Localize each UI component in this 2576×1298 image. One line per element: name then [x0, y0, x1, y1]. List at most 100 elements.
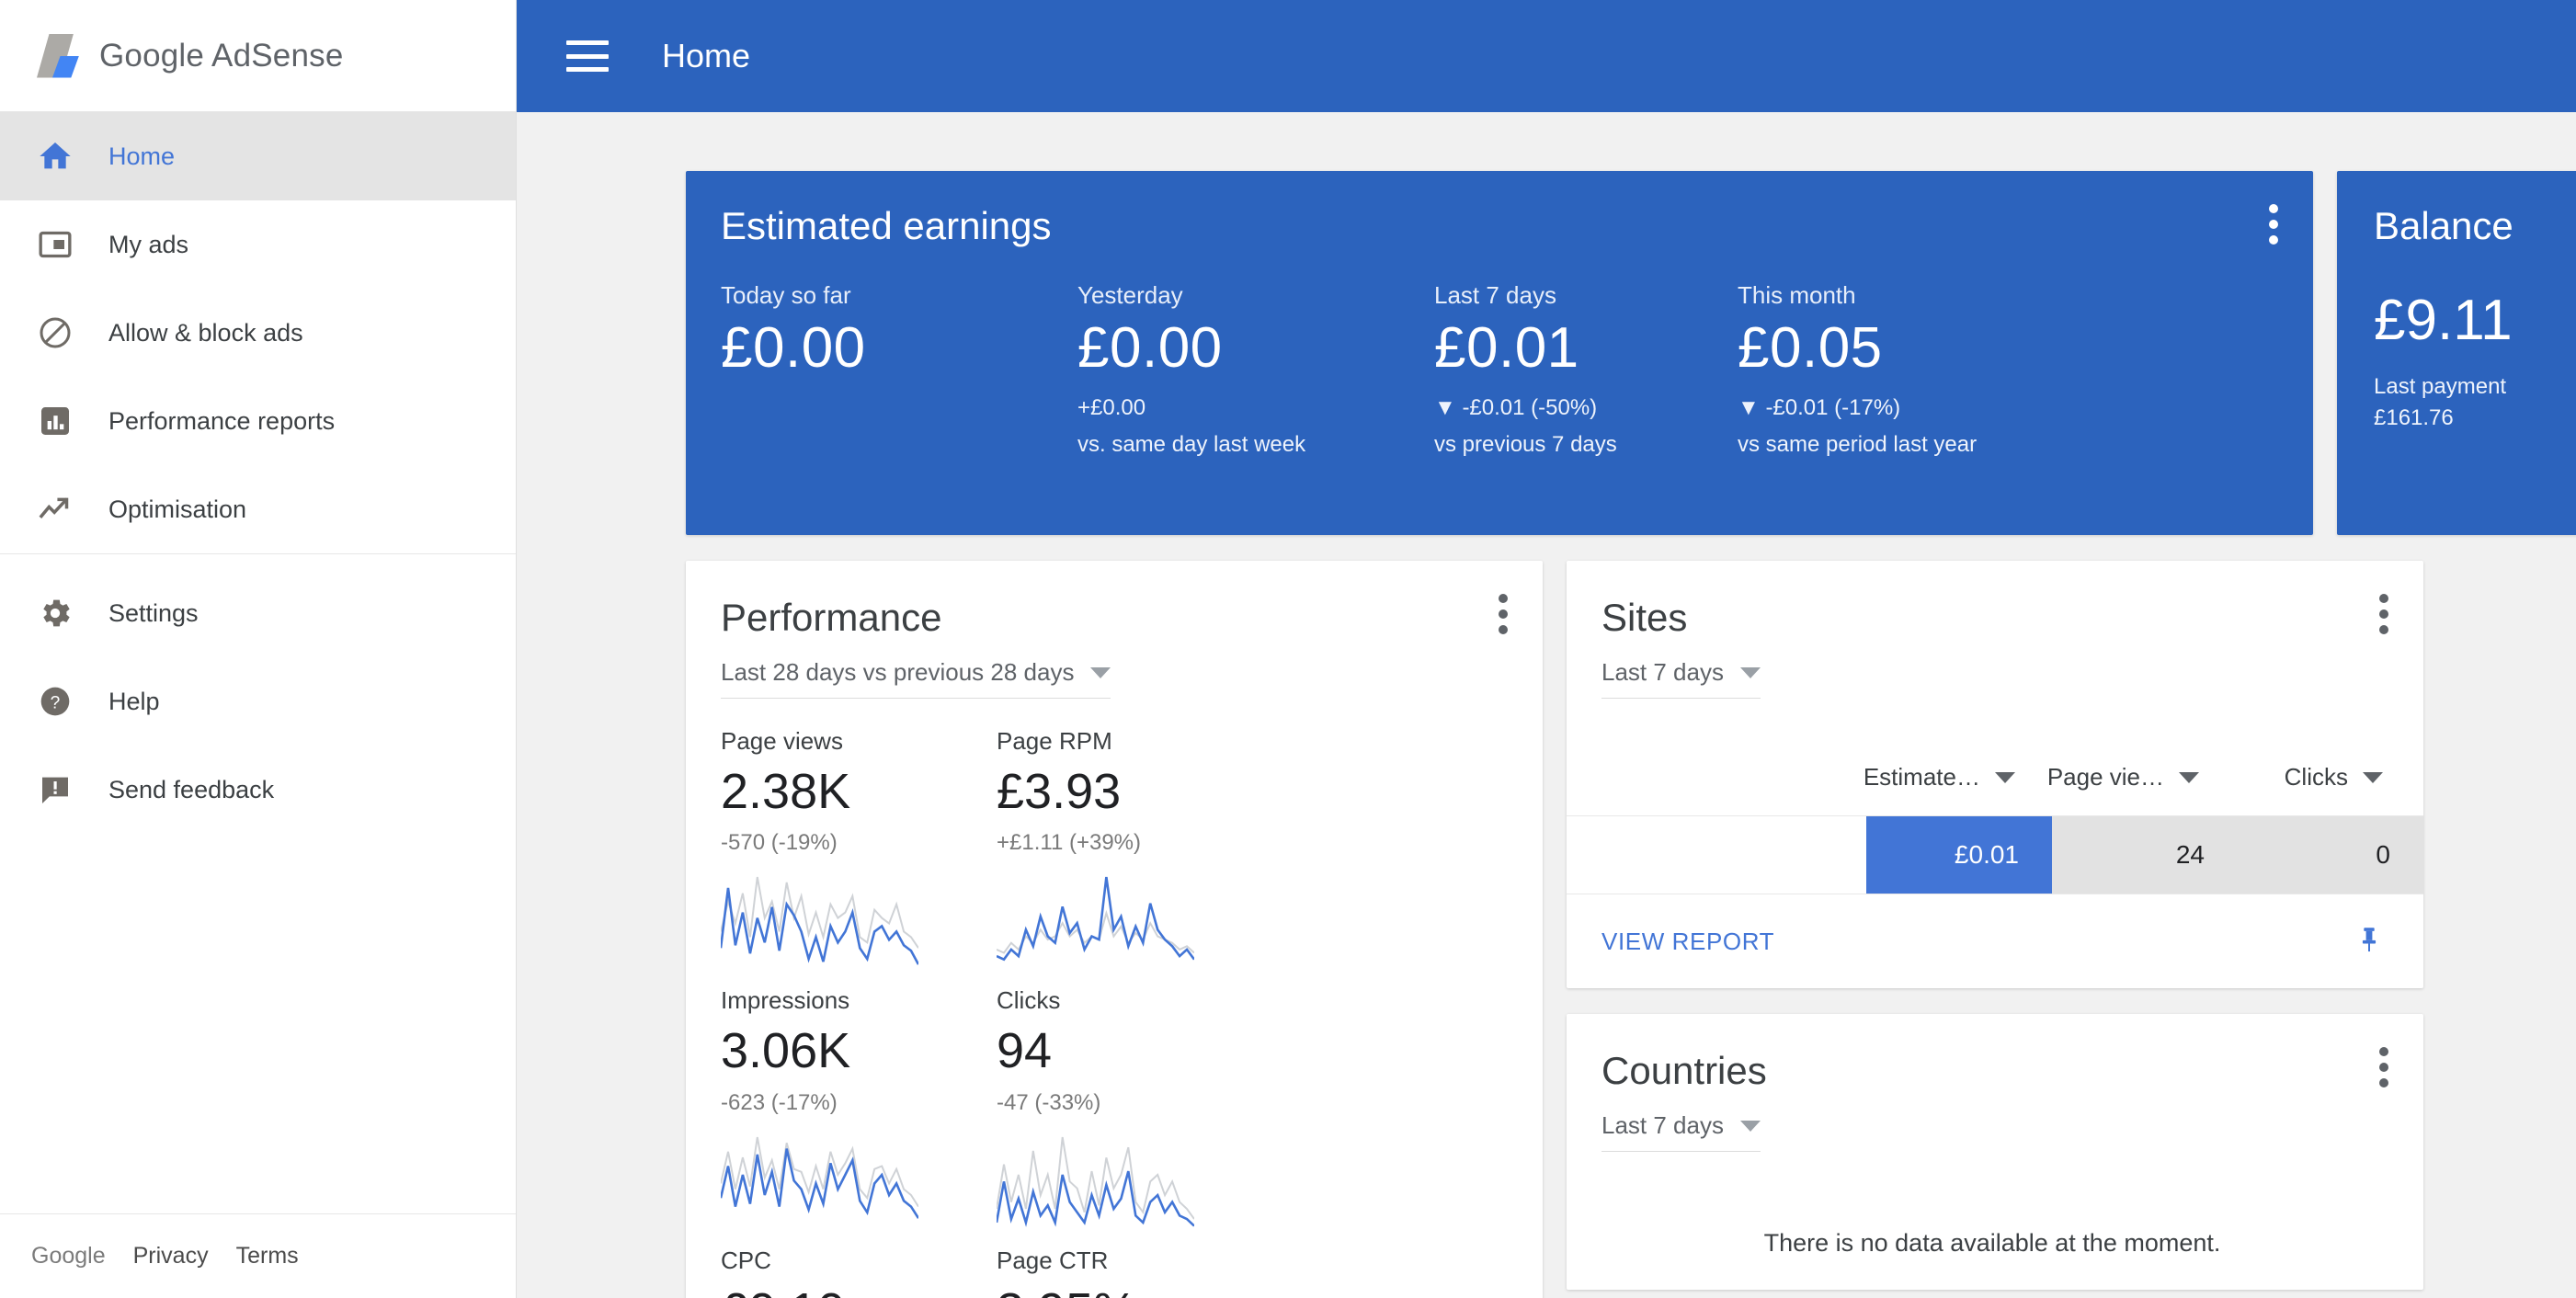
summary-row: Estimated earnings Today so far £0.00 Ye… — [686, 171, 2576, 535]
kebab-menu-icon[interactable] — [2379, 1047, 2390, 1088]
metric-delta-note: vs previous 7 days — [1434, 432, 1617, 458]
earnings-metric: Yesterday £0.00 +£0.00 vs. same day last… — [1077, 281, 1434, 461]
metric-delta-note: vs. same day last week — [1077, 432, 1306, 458]
main-area: Home Estimated earnings Today so far £0.… — [517, 0, 2576, 1298]
sidebar-item-home[interactable]: Home — [0, 112, 516, 200]
performance-range-label: Last 28 days vs previous 28 days — [721, 658, 1075, 687]
metric-label: Yesterday — [1077, 281, 1183, 310]
top-app-bar: Home — [517, 0, 2576, 112]
metric-delta: +£1.11 (+39%) — [997, 830, 1141, 856]
help-circle-icon: ? — [33, 679, 77, 723]
kebab-menu-icon[interactable] — [2379, 594, 2390, 634]
metric-label: Clicks — [997, 986, 1061, 1015]
sidebar-item-performance-reports[interactable]: Performance reports — [0, 377, 516, 465]
sidebar-item-my-ads-label: My ads — [108, 230, 189, 258]
gear-icon — [33, 591, 77, 635]
sidebar-item-send-feedback-label: Send feedback — [108, 775, 275, 803]
sites-actions: VIEW REPORT — [1567, 894, 2423, 988]
sites-column-headers: Estimate… Page vie… Clicks — [1567, 763, 2423, 815]
right-column: Sites Last 7 days Estimate… Page vie… Cl… — [1567, 561, 2423, 1291]
chevron-down-icon — [1739, 1120, 1761, 1132]
sidebar-item-help[interactable]: ? Help — [0, 657, 516, 746]
metric-value: £0.00 — [1077, 316, 1223, 381]
balance-value: £9.11 — [2374, 289, 2513, 353]
sparkline-chart — [997, 1134, 1194, 1235]
sidebar-item-optimisation-label: Optimisation — [108, 495, 247, 523]
kebab-menu-icon[interactable] — [2269, 204, 2280, 245]
metric-delta: +£0.00 — [1077, 394, 1146, 420]
metric-value: 94 — [997, 1023, 1053, 1079]
sidebar-item-settings[interactable]: Settings — [0, 569, 516, 657]
countries-range-label: Last 7 days — [1601, 1111, 1724, 1140]
footer-google-label: Google — [31, 1243, 106, 1269]
sites-range-label: Last 7 days — [1601, 658, 1724, 687]
footer-terms-link[interactable]: Terms — [236, 1243, 299, 1270]
sidebar-item-allow-block-ads-label: Allow & block ads — [108, 318, 303, 347]
performance-metric: Page views 2.38K -570 (-19%) — [721, 726, 997, 980]
brand-name: Google AdSense — [99, 37, 344, 74]
performance-card: Performance Last 28 days vs previous 28 … — [686, 561, 1543, 1298]
earnings-metrics: Today so far £0.00 Yesterday £0.00 +£0.0… — [721, 281, 2273, 461]
countries-range-select[interactable]: Last 7 days — [1601, 1111, 1761, 1153]
sparkline-chart — [721, 1134, 918, 1235]
sites-column-header-page-views[interactable]: Page vie… — [2015, 763, 2199, 791]
performance-metric: Page RPM £3.93 +£1.11 (+39%) — [997, 726, 1272, 980]
page-title: Home — [662, 37, 751, 74]
site-clicks-cell: 0 — [2238, 816, 2423, 894]
chevron-down-icon — [1090, 666, 1111, 678]
balance-card: Balance £9.11 Last payment £161.76 — [2337, 171, 2576, 535]
metric-delta: -623 (-17%) — [721, 1089, 838, 1115]
metric-label: This month — [1738, 281, 1856, 310]
brand-header[interactable]: Google AdSense — [0, 0, 516, 112]
last-payment-value: £161.76 — [2374, 404, 2454, 430]
detail-row: Performance Last 28 days vs previous 28 … — [686, 561, 2525, 1298]
site-page-views-cell: 24 — [2052, 816, 2238, 894]
metric-delta: -570 (-19%) — [721, 830, 838, 856]
sidebar-primary-nav: Home My ads Allow & block ads Performanc… — [0, 112, 516, 554]
sidebar-item-performance-reports-label: Performance reports — [108, 406, 336, 435]
metric-value: £0.05 — [1738, 316, 1883, 381]
metric-delta-text: -£0.01 (-17%) — [1765, 394, 1901, 420]
balance-title: Balance — [2374, 204, 2513, 247]
performance-metric: Clicks 94 -47 (-33%) — [997, 985, 1272, 1239]
earnings-metric: Last 7 days £0.01 ▼ -£0.01 (-50%) vs pre… — [1434, 281, 1738, 461]
performance-metric: Impressions 3.06K -623 (-17%) — [721, 985, 997, 1239]
performance-title: Performance — [721, 596, 942, 639]
sidebar-item-my-ads[interactable]: My ads — [0, 200, 516, 289]
metric-delta: ▼ -£0.01 (-50%) — [1434, 393, 1738, 424]
sites-range-select[interactable]: Last 7 days — [1601, 658, 1761, 700]
countries-empty-message: There is no data available at the moment… — [1763, 1229, 2221, 1258]
pin-icon[interactable] — [2354, 924, 2385, 960]
kebab-menu-icon[interactable] — [1499, 594, 1510, 634]
metric-value: 2.38K — [721, 763, 851, 819]
adsense-app: Google AdSense Home My ads Allow & block… — [0, 0, 2576, 1298]
metric-delta: -47 (-33%) — [997, 1089, 1101, 1115]
bar-chart-icon — [33, 399, 77, 443]
view-report-link[interactable]: VIEW REPORT — [1601, 928, 1774, 956]
estimated-earnings-title: Estimated earnings — [721, 204, 1052, 247]
metric-delta-note: vs same period last year — [1738, 432, 1978, 458]
performance-metrics: Page views 2.38K -570 (-19%) Page RPM £3… — [721, 726, 1502, 1298]
performance-metric: CPC £0.10 +£0.04 (+67%) — [721, 1246, 997, 1298]
table-row[interactable]: £0.01 24 0 — [1567, 815, 2423, 895]
metric-value: 3.95% — [997, 1277, 1272, 1298]
sidebar-item-optimisation[interactable]: Optimisation — [0, 465, 516, 553]
footer-privacy-link[interactable]: Privacy — [133, 1243, 209, 1270]
sites-column-header-estimated[interactable]: Estimate… — [1831, 763, 2015, 791]
sparkline-chart — [997, 874, 1194, 975]
chevron-down-icon — [1995, 771, 2015, 783]
sites-column-header-clicks[interactable]: Clicks — [2199, 763, 2383, 791]
chevron-down-icon — [2363, 771, 2383, 783]
performance-range-select[interactable]: Last 28 days vs previous 28 days — [721, 658, 1111, 700]
sidebar-item-allow-block-ads[interactable]: Allow & block ads — [0, 289, 516, 377]
svg-text:?: ? — [51, 694, 61, 713]
sites-card: Sites Last 7 days Estimate… Page vie… Cl… — [1567, 561, 2423, 989]
metric-value: 3.06K — [721, 1023, 851, 1079]
metric-delta-text: -£0.01 (-50%) — [1462, 394, 1598, 420]
metric-label: Last 7 days — [1434, 281, 1556, 310]
earnings-metric: Today so far £0.00 — [721, 281, 1077, 461]
hamburger-menu-icon[interactable] — [566, 40, 609, 72]
sidebar-item-send-feedback[interactable]: Send feedback — [0, 746, 516, 834]
countries-card: Countries Last 7 days There is no data a… — [1567, 1014, 2423, 1291]
